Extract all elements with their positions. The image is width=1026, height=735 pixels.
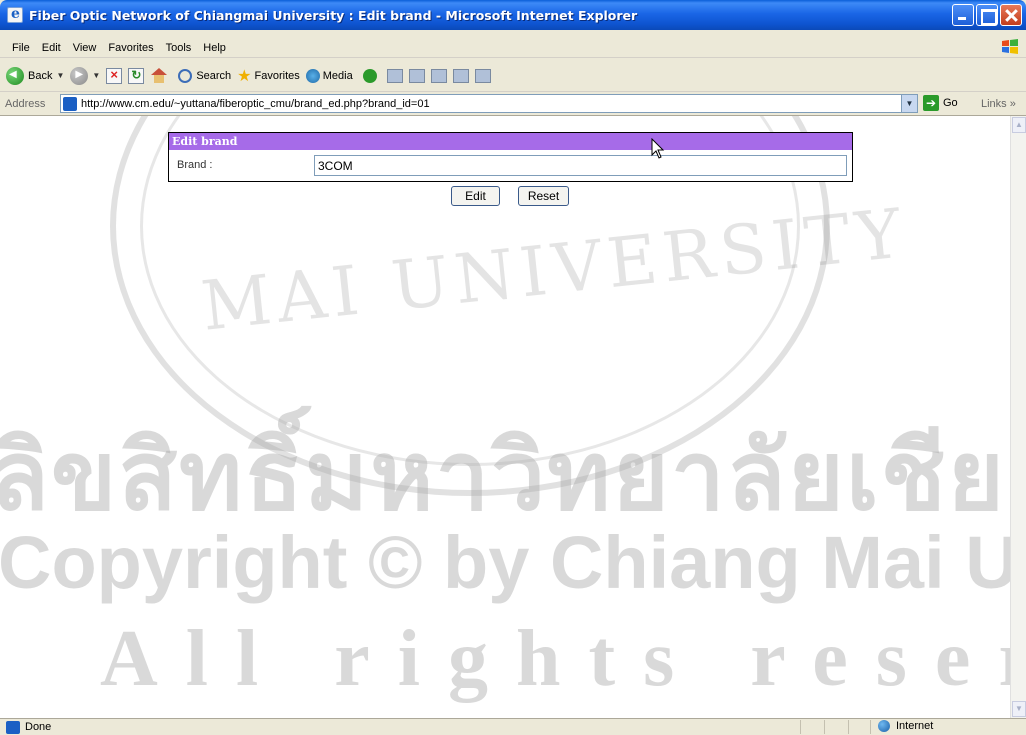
scroll-down-icon[interactable]: ▼ <box>1012 701 1026 717</box>
watermark-thai-text: ลิขสิทธิ์มหาวิทยาลัยเชียงใหม่ <box>0 420 1010 532</box>
messenger-icon[interactable] <box>452 68 469 83</box>
watermark-arc-text: MAI UNIVERSITY <box>197 194 911 347</box>
status-bar: Done Internet <box>0 718 1026 735</box>
address-url[interactable]: http://www.cm.edu/~yuttana/fiberoptic_cm… <box>81 98 430 110</box>
title-bar: Fiber Optic Network of Chiangmai Univers… <box>0 0 1026 30</box>
history-icon[interactable] <box>362 68 377 83</box>
window-title: Fiber Optic Network of Chiangmai Univers… <box>29 7 638 23</box>
print-icon[interactable] <box>408 68 425 83</box>
menu-tools[interactable]: Tools <box>160 42 198 54</box>
brand-row: Brand : <box>169 150 852 181</box>
links-chevron-icon: » <box>1009 98 1016 110</box>
edit-page-icon[interactable] <box>430 68 447 83</box>
edit-brand-form: Edit brand Brand : <box>168 132 853 182</box>
page-status-icon <box>6 720 20 734</box>
watermark-rights: All rights reserved <box>100 615 1010 703</box>
star-icon: ★ <box>237 67 252 85</box>
brand-input[interactable] <box>314 155 847 176</box>
search-button[interactable]: Search <box>178 68 232 83</box>
zone-text: Internet <box>896 720 934 732</box>
brand-label: Brand : <box>177 159 213 171</box>
window-controls <box>952 4 1022 26</box>
status-divider <box>870 720 871 734</box>
forward-arrow-icon <box>70 66 89 85</box>
research-icon[interactable] <box>474 68 491 83</box>
reset-button[interactable]: Reset <box>518 186 569 206</box>
favorites-button[interactable]: ★ Favorites <box>237 66 300 86</box>
go-label: Go <box>943 97 958 109</box>
status-divider <box>848 720 849 734</box>
links-label: Links <box>981 98 1007 110</box>
search-label: Search <box>196 69 232 82</box>
links-button[interactable]: Links » <box>981 98 1016 110</box>
close-button[interactable] <box>1000 4 1022 26</box>
toolbar: Back ▼ ▼ Search ★ Favorites Media <box>0 60 1026 92</box>
status-text: Done <box>25 721 52 733</box>
address-label: Address <box>5 97 46 110</box>
chevron-down-icon[interactable]: ▼ <box>901 95 917 112</box>
maximize-button[interactable] <box>976 4 998 26</box>
status-divider <box>824 720 825 734</box>
edit-button[interactable]: Edit <box>451 186 500 206</box>
refresh-icon[interactable] <box>128 67 145 84</box>
page-icon <box>63 96 77 111</box>
back-button[interactable]: Back ▼ <box>6 66 64 85</box>
ie-icon <box>7 6 23 23</box>
minimize-button[interactable] <box>952 4 974 26</box>
home-icon[interactable] <box>150 67 168 84</box>
menu-file[interactable]: File <box>6 42 36 54</box>
page-content: MAI UNIVERSITY ลิขสิทธิ์มหาวิทยาลัยเชียง… <box>0 116 1010 718</box>
menu-edit[interactable]: Edit <box>36 42 67 54</box>
windows-logo-icon <box>1002 39 1018 54</box>
menu-favorites[interactable]: Favorites <box>102 42 159 54</box>
globe-icon <box>878 720 890 732</box>
address-input[interactable]: http://www.cm.edu/~yuttana/fiberoptic_cm… <box>60 94 918 113</box>
mail-icon[interactable] <box>386 68 403 83</box>
chevron-down-icon[interactable]: ▼ <box>56 71 64 80</box>
menu-view[interactable]: View <box>67 42 103 54</box>
vertical-scrollbar[interactable]: ▲ ▼ <box>1010 116 1026 718</box>
media-icon <box>305 68 320 83</box>
go-arrow-icon: ➔ <box>923 95 939 111</box>
chevron-down-icon[interactable]: ▼ <box>92 71 100 80</box>
media-label: Media <box>322 69 353 82</box>
scroll-up-icon[interactable]: ▲ <box>1012 117 1026 133</box>
back-arrow-icon <box>6 66 24 85</box>
favorites-label: Favorites <box>254 69 300 82</box>
watermark-copyright: Copyright © by Chiang Mai University <box>0 521 1010 604</box>
security-zone: Internet <box>878 720 933 732</box>
menu-bar: File Edit View Favorites Tools Help <box>0 38 1026 58</box>
status-divider <box>800 720 801 734</box>
go-button[interactable]: ➔ Go <box>923 95 958 111</box>
forward-button[interactable]: ▼ <box>70 66 100 85</box>
search-icon <box>178 68 193 83</box>
stop-icon[interactable] <box>106 67 123 84</box>
address-bar: Address http://www.cm.edu/~yuttana/fiber… <box>0 92 1026 116</box>
form-header: Edit brand <box>169 133 852 150</box>
media-button[interactable]: Media <box>305 68 353 83</box>
menu-help[interactable]: Help <box>197 42 232 54</box>
back-label: Back <box>28 69 53 82</box>
